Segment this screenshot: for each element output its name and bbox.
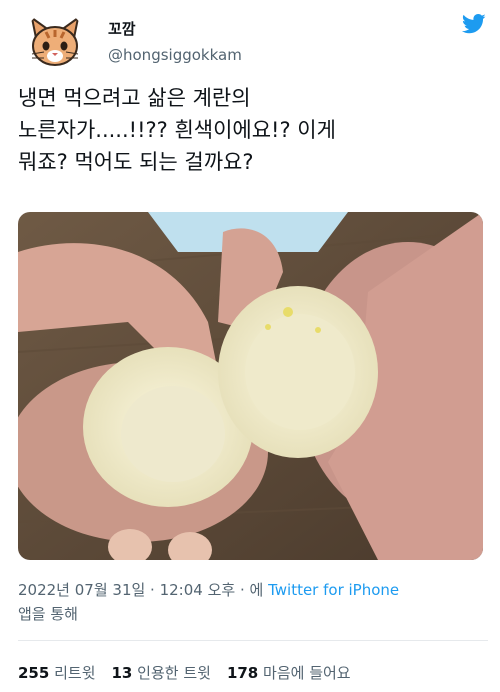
tweet-line: 뭐죠? 먹어도 되는 걸까요? — [18, 150, 254, 174]
quote-label: 인용한 트윗 — [137, 664, 211, 682]
retweet-count: 255 — [18, 664, 50, 682]
boiled-egg-photo — [18, 212, 483, 560]
timestamp[interactable]: 2022년 07월 31일 · 12:04 오후 · 에 — [18, 581, 263, 599]
via-text: 앱을 통해 — [18, 605, 78, 623]
tweet-meta: 2022년 07월 31일 · 12:04 오후 · 에 Twitter for… — [18, 578, 399, 626]
retweet-stat[interactable]: 255 리트윗 — [18, 664, 96, 682]
tweet-text: 냉면 먹으려고 삶은 계란의 노른자가.....!!?? 흰색이에요!? 이게 … — [18, 82, 488, 178]
cat-face-avatar-icon — [30, 15, 80, 66]
like-stat[interactable]: 178 마음에 들어요 — [227, 664, 351, 682]
tweet-line: 노른자가.....!!?? 흰색이에요!? 이게 — [18, 118, 336, 142]
user-handle[interactable]: @hongsiggokkam — [108, 46, 242, 64]
divider — [18, 640, 488, 641]
tweet-line: 냉면 먹으려고 삶은 계란의 — [18, 86, 251, 110]
tweet-header: 꼬깜 @hongsiggokkam — [0, 0, 500, 80]
like-count: 178 — [226, 664, 259, 682]
avatar[interactable] — [24, 10, 86, 72]
tweet-photo[interactable] — [18, 212, 483, 560]
display-name[interactable]: 꼬깜 — [108, 18, 136, 39]
tweet-stats: 255 리트윗 13 인용한 트윗 178 마음에 들어요 — [18, 662, 351, 683]
source-link[interactable]: Twitter for iPhone — [268, 581, 399, 599]
like-label: 마음에 들어요 — [263, 664, 351, 682]
quote-stat[interactable]: 13 인용한 트윗 — [112, 664, 211, 682]
timestamp-line: 2022년 07월 31일 · 12:04 오후 · 에 Twitter for… — [18, 578, 399, 602]
twitter-bird-icon[interactable] — [462, 14, 486, 34]
retweet-label: 리트윗 — [54, 664, 96, 682]
quote-count: 13 — [111, 664, 133, 682]
